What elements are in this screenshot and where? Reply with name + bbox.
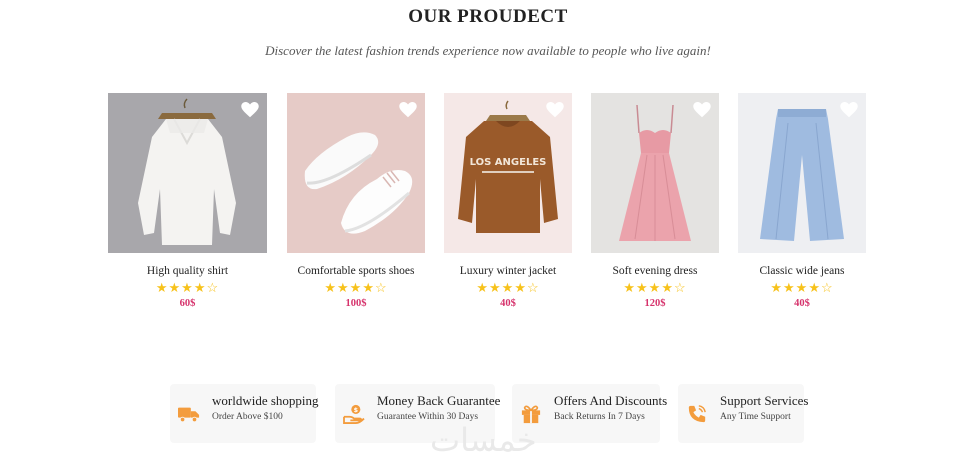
feature-title: Support Services (720, 393, 809, 408)
product-image[interactable]: LOS ANGELES (444, 93, 572, 253)
feature-card-support: Support Services Any Time Support (678, 384, 808, 443)
feature-subtitle: Order Above $100 (212, 412, 283, 422)
star-empty-icon: ☆ (673, 280, 687, 295)
product-card[interactable]: High quality shirt ★★★★☆ 60$ (108, 93, 267, 309)
money-hand-icon: $ (343, 404, 365, 424)
svg-text:LOS ANGELES: LOS ANGELES (470, 157, 547, 168)
heart-icon[interactable] (546, 102, 564, 118)
product-card[interactable]: Comfortable sports shoes ★★★★☆ 100$ (287, 93, 425, 309)
star-filled-icon: ★ (489, 280, 502, 295)
feature-subtitle: Back Returns In 7 Days (554, 412, 645, 422)
star-filled-icon: ★ (155, 280, 169, 295)
product-image[interactable] (108, 93, 267, 253)
star-filled-icon: ★ (783, 280, 796, 295)
heart-icon[interactable] (241, 102, 259, 118)
star-filled-icon: ★ (168, 280, 182, 295)
watermark-logo: خمسات (430, 421, 537, 459)
product-image[interactable] (738, 93, 866, 253)
star-filled-icon: ★ (648, 280, 662, 295)
rating-stars: ★★★★☆ (108, 281, 267, 295)
product-card[interactable]: LOS ANGELES Luxury winter jacket ★★★★☆ 4… (444, 93, 572, 309)
product-card[interactable]: Soft evening dress ★★★★☆ 120$ (591, 93, 719, 309)
product-price: 40$ (500, 298, 516, 309)
feature-title: worldwide shopping (212, 393, 319, 408)
feature-title: Offers And Discounts (554, 393, 668, 408)
product-name[interactable]: Soft evening dress (591, 265, 719, 277)
rating-stars: ★★★★☆ (287, 281, 425, 295)
product-card[interactable]: Classic wide jeans ★★★★☆ 40$ (738, 93, 866, 309)
heart-icon[interactable] (840, 102, 858, 118)
star-filled-icon: ★ (476, 280, 490, 295)
star-empty-icon: ☆ (820, 280, 834, 295)
star-filled-icon: ★ (337, 280, 350, 295)
feature-title: Money Back Guarantee (377, 393, 501, 408)
product-name[interactable]: Comfortable sports shoes (287, 265, 425, 277)
star-filled-icon: ★ (514, 280, 527, 295)
star-filled-icon: ★ (501, 280, 515, 295)
star-empty-icon: ☆ (206, 280, 220, 295)
product-name[interactable]: Luxury winter jacket (444, 265, 572, 277)
star-filled-icon: ★ (349, 280, 363, 295)
star-filled-icon: ★ (661, 280, 674, 295)
product-image[interactable] (591, 93, 719, 253)
rating-stars: ★★★★☆ (444, 281, 572, 295)
rating-stars: ★★★★☆ (591, 281, 719, 295)
feature-card-shipping: worldwide shopping Order Above $100 (170, 384, 319, 443)
star-filled-icon: ★ (181, 280, 194, 295)
star-filled-icon: ★ (808, 280, 821, 295)
product-price: 60$ (179, 298, 196, 309)
truck-icon (178, 407, 200, 423)
product-name[interactable]: Classic wide jeans (738, 265, 866, 277)
star-filled-icon: ★ (636, 280, 649, 295)
heart-icon[interactable] (399, 102, 417, 118)
star-empty-icon: ☆ (526, 280, 540, 295)
product-price: 120$ (644, 298, 666, 309)
section-subtitle: Discover the latest fashion trends exper… (265, 43, 711, 58)
star-filled-icon: ★ (623, 280, 637, 295)
heart-icon[interactable] (693, 102, 711, 118)
product-price: 100$ (345, 298, 367, 309)
phone-icon (688, 405, 706, 423)
star-filled-icon: ★ (193, 280, 207, 295)
product-name[interactable]: High quality shirt (108, 265, 267, 277)
feature-subtitle: Any Time Support (720, 412, 791, 422)
star-filled-icon: ★ (770, 280, 784, 295)
star-filled-icon: ★ (795, 280, 809, 295)
product-image[interactable] (287, 93, 425, 253)
svg-text:$: $ (354, 407, 358, 414)
rating-stars: ★★★★☆ (738, 281, 866, 295)
star-empty-icon: ☆ (374, 280, 388, 295)
product-price: 40$ (794, 298, 810, 309)
section-title: OUR PROUDECT (408, 6, 568, 27)
star-filled-icon: ★ (362, 280, 375, 295)
star-filled-icon: ★ (324, 280, 338, 295)
